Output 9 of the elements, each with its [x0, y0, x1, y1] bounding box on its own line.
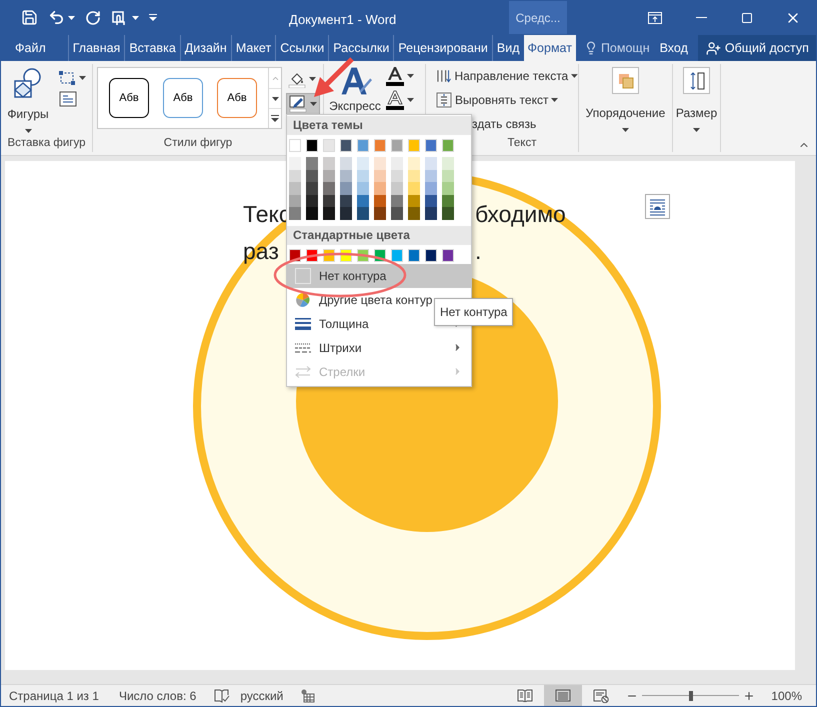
context-tab-header: Средс... [509, 1, 567, 34]
group-label: Текст [508, 136, 536, 151]
group-label: Стили фигур [164, 136, 232, 151]
group-label: Вставка фигур [7, 136, 86, 151]
window-title: Документ1 - Word [289, 11, 396, 29]
menu-section-header: Цвета темы [287, 116, 471, 135]
tooltip: Нет контура [434, 298, 514, 326]
menu-section-header: Стандартные цвета [287, 226, 471, 245]
document-text: . [475, 237, 482, 266]
